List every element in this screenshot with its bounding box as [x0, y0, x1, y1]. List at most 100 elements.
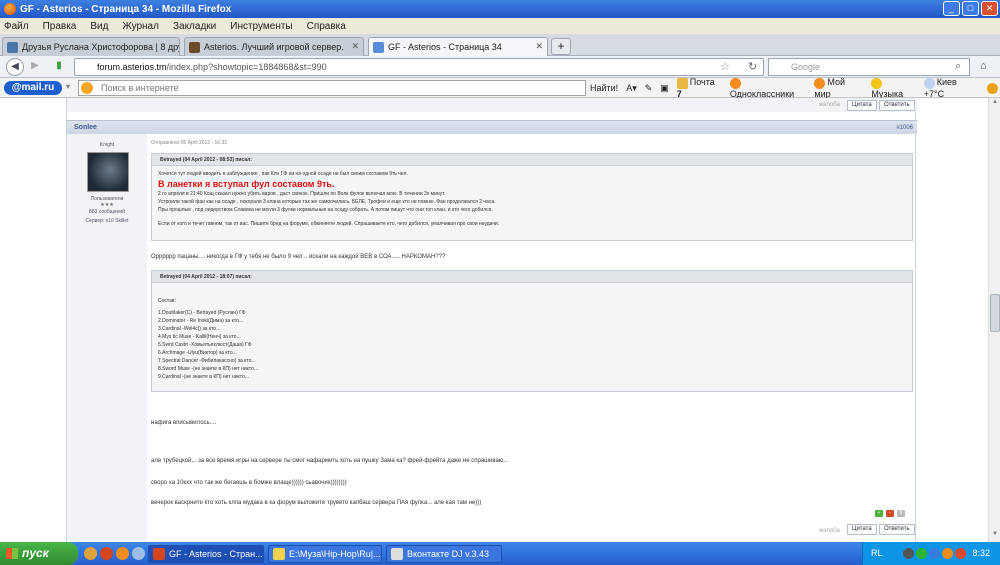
- weather-link[interactable]: Киев +7°C: [923, 77, 979, 99]
- scrollbar-thumb[interactable]: [990, 294, 1000, 332]
- home-icon[interactable]: ⌂: [980, 60, 987, 72]
- author-profile: Knight Пользователи ★★★ 883 сообщений Се…: [67, 134, 147, 542]
- folder-icon: [273, 548, 285, 560]
- tray-icon[interactable]: [955, 548, 966, 559]
- clock: 8:32: [972, 548, 990, 558]
- post-number[interactable]: #1006: [896, 125, 913, 131]
- mail-link[interactable]: Почта 7: [676, 77, 722, 99]
- tray-icon[interactable]: [903, 548, 914, 559]
- tray-icon[interactable]: [916, 548, 927, 559]
- author-title: Knight: [99, 142, 115, 148]
- post-header: Sonlee #1006: [67, 120, 917, 134]
- roster-item: 8.Sword Muse -(не знаете в КП) нет никто…: [158, 366, 259, 372]
- mail-label: Почта: [689, 77, 715, 88]
- dropdown-arrow-icon[interactable]: ▾: [66, 82, 70, 91]
- menu-bookmarks[interactable]: Закладки: [173, 21, 216, 32]
- post-text: своро ха 10кхх что так же бегаешь в бомж…: [151, 480, 347, 486]
- url-bar[interactable]: forum.asterios.tm/index.php?showtopic=18…: [74, 58, 764, 76]
- frame-icon[interactable]: ▣: [660, 83, 669, 94]
- music-link[interactable]: Музыка: [871, 77, 915, 99]
- reply-button[interactable]: Ответить: [879, 524, 915, 535]
- quote-highlight: В ланетки я вступал фул составом 9ть.: [158, 179, 335, 189]
- odnoklassniki-link[interactable]: Одноклассники: [729, 77, 807, 99]
- quote-block: Betrayed (04 April 2012 - 18:07) писал: …: [151, 270, 913, 392]
- quote-button[interactable]: Цитата: [847, 100, 877, 111]
- firefox-quicklaunch-icon[interactable]: [100, 547, 113, 560]
- reply-button[interactable]: Ответить: [879, 100, 915, 111]
- font-icon[interactable]: A▾: [626, 83, 637, 94]
- close-button[interactable]: ✕: [981, 1, 998, 16]
- desktop-quicklaunch-icon[interactable]: [132, 547, 145, 560]
- quote-header: Betrayed (04 April 2012 - 08:53) писал:: [152, 154, 912, 166]
- tab-close-icon[interactable]: ✕: [535, 41, 543, 52]
- odnoklassniki-icon: [729, 77, 741, 89]
- vertical-scrollbar[interactable]: ▲ ▼: [988, 98, 1000, 542]
- avatar[interactable]: [87, 152, 129, 192]
- tray-icon[interactable]: [942, 548, 953, 559]
- forum-post: жалоба Цитата Ответить Sonlee #1006 Knig…: [66, 98, 917, 542]
- language-indicator[interactable]: RL: [871, 548, 883, 558]
- scroll-up-icon[interactable]: ▲: [990, 99, 1000, 109]
- rate-neutral-button[interactable]: 0: [897, 510, 905, 517]
- quicklaunch-icon[interactable]: [84, 547, 97, 560]
- tab-close-icon[interactable]: ✕: [351, 41, 359, 52]
- author-stars: ★★★: [100, 202, 114, 208]
- start-button[interactable]: пуск: [0, 542, 78, 565]
- roster-item: 1.Doublaker(C) - Betrayed (Руслан) ГФ: [158, 310, 246, 316]
- mailru-logo[interactable]: @mail.ru: [4, 81, 62, 95]
- tab-vk[interactable]: Друзья Руслана Христофорова | 8 дру...: [2, 37, 180, 56]
- start-label: пуск: [22, 546, 49, 560]
- mailru-search-input[interactable]: Поиск в интернете: [78, 80, 586, 96]
- menu-help[interactable]: Справка: [307, 21, 346, 32]
- new-tab-button[interactable]: +: [551, 38, 571, 55]
- report-link[interactable]: жалоба: [819, 102, 840, 108]
- quote-block: Betrayed (04 April 2012 - 08:53) писал: …: [151, 153, 913, 241]
- menu-edit[interactable]: Правка: [43, 21, 77, 32]
- task-vkdj[interactable]: Вконтакте DJ v.3.43: [386, 545, 502, 563]
- mailru-search-placeholder: Поиск в интернете: [101, 83, 179, 93]
- search-input[interactable]: Google: [768, 58, 970, 76]
- moi-mir-link[interactable]: Мой мир: [814, 77, 863, 99]
- menu-file[interactable]: Файл: [4, 21, 29, 32]
- report-link[interactable]: жалоба: [819, 528, 840, 534]
- tab-label: Друзья Руслана Христофорова | 8 дру...: [22, 42, 180, 52]
- minimize-button[interactable]: _: [943, 1, 960, 16]
- rate-down-button[interactable]: -: [886, 510, 894, 517]
- mailru-toolbar: @mail.ru ▾ Поиск в интернете Найти! A▾ ✎…: [0, 77, 1000, 99]
- scroll-down-icon[interactable]: ▼: [990, 531, 1000, 541]
- tab-label: Asterios. Лучший игровой сервер.: [204, 42, 344, 52]
- roster-item: 4.Mys tic Muse - Kallil(Ненч) за кто...: [158, 334, 241, 340]
- task-firefox[interactable]: GF - Asterios - Стран...: [148, 545, 264, 563]
- find-button[interactable]: Найти!: [590, 83, 618, 93]
- task-explorer[interactable]: E:\Муза\Hip-Hop\Ru|...: [268, 545, 382, 563]
- back-button[interactable]: ◀: [6, 58, 24, 76]
- menu-tools[interactable]: Инструменты: [230, 21, 292, 32]
- tab-gf-asterios[interactable]: GF - Asterios - Страница 34 ✕: [368, 37, 548, 56]
- tab-asterios[interactable]: Asterios. Лучший игровой сервер. ✕: [184, 37, 364, 56]
- quote-button[interactable]: Цитата: [847, 524, 877, 535]
- post-text: нафига вписывилось....: [151, 420, 217, 426]
- vlc-quicklaunch-icon[interactable]: [116, 547, 129, 560]
- highlight-icon[interactable]: ✎: [645, 83, 653, 94]
- weather-icon: [923, 77, 935, 89]
- task-label: E:\Муза\Hip-Hop\Ru|...: [289, 549, 381, 559]
- rate-up-button[interactable]: +: [875, 510, 883, 517]
- maximize-button[interactable]: □: [962, 1, 979, 16]
- menu-history[interactable]: Журнал: [122, 21, 159, 32]
- post-text: але трубецкой... за все время игры на се…: [151, 458, 509, 464]
- forward-button[interactable]: ▶: [26, 58, 44, 76]
- settings-icon[interactable]: [987, 82, 998, 94]
- forum-icon: [373, 41, 384, 53]
- reload-icon[interactable]: ↻: [748, 60, 757, 73]
- navigation-bar: ◀ ▶ ▮ forum.asterios.tm/index.php?showto…: [0, 56, 1000, 78]
- author-posts: 883 сообщений: [89, 209, 125, 215]
- menu-view[interactable]: Вид: [90, 21, 108, 32]
- tray-icon[interactable]: [929, 548, 940, 559]
- url-host: forum.asterios.tm: [97, 62, 167, 72]
- window-controls: _ □ ✕: [943, 1, 998, 16]
- roster-item: 2.Dominator - Re Inoki(Дима) за кто...: [158, 318, 244, 324]
- bookmark-star-icon[interactable]: ☆: [720, 60, 730, 73]
- search-icon[interactable]: ⌕: [955, 60, 961, 73]
- url-path: /index.php?showtopic=1884868&st=990: [166, 62, 327, 72]
- post-author[interactable]: Sonlee: [74, 124, 97, 131]
